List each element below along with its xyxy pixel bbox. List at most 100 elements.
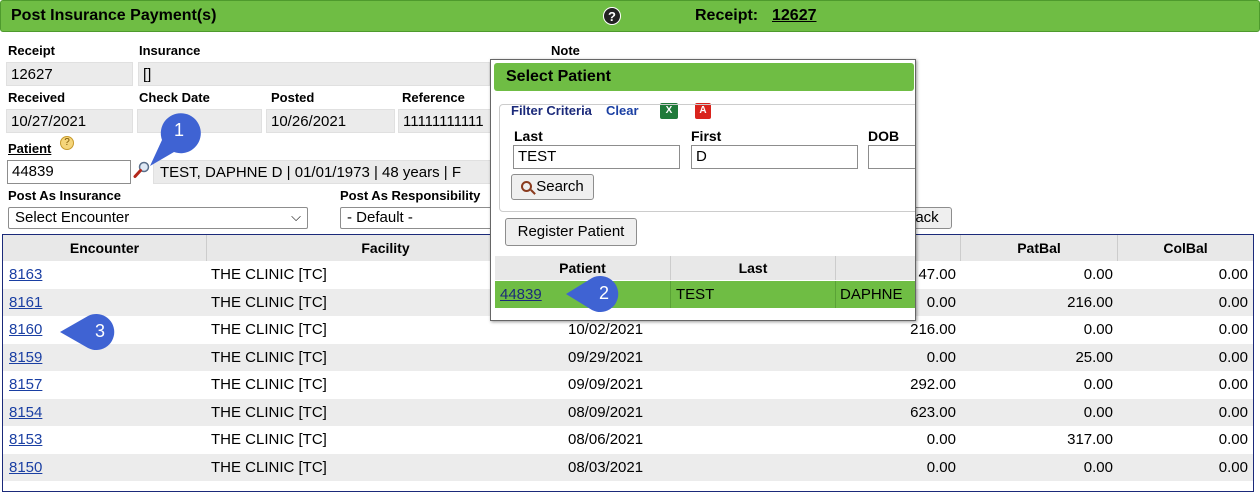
colbal-cell: 0.00 [1218, 266, 1248, 283]
receipt-number-link[interactable]: 12627 [772, 7, 817, 25]
column-divider [835, 256, 836, 280]
insurance-field: [] [138, 62, 490, 86]
post-as-responsibility-select[interactable]: - Default - [340, 207, 492, 229]
colbal-cell: 0.00 [1218, 376, 1248, 393]
patbal-cell: 0.00 [1083, 376, 1113, 393]
patbal-cell: 25.00 [1075, 348, 1113, 366]
amount-cell: 623.00 [910, 403, 956, 421]
callout-marker-3: 3 [60, 312, 126, 352]
encounter-link[interactable]: 8157 [9, 371, 42, 398]
result-row[interactable]: 44839 TEST DAPHNE [495, 281, 915, 308]
last-name-input[interactable]: TEST [513, 145, 680, 169]
facility-cell: THE CLINIC [TC] [211, 348, 327, 366]
reference-label: Reference [402, 90, 465, 105]
facility-cell: THE CLINIC [TC] [211, 321, 327, 338]
chevron-down-icon: ⌵ [291, 209, 301, 224]
post-as-responsibility-label: Post As Responsibility [340, 188, 481, 203]
date-cell: 09/09/2021 [568, 376, 644, 393]
dob-input[interactable] [868, 145, 915, 169]
encounter-link[interactable]: 8150 [9, 454, 42, 481]
facility-cell: THE CLINIC [TC] [211, 293, 327, 311]
posted-label: Posted [271, 90, 315, 105]
column-divider [670, 281, 671, 308]
facility-cell: THE CLINIC [TC] [211, 266, 327, 283]
patbal-cell: 0.00 [1083, 321, 1113, 338]
table-row: 8159 THE CLINIC [TC] 09/29/2021 0.00 25.… [3, 343, 1253, 371]
post-as-responsibility-value: - Default - [347, 209, 413, 226]
post-as-insurance-label: Post As Insurance [8, 188, 121, 203]
table-row: 8157 THE CLINIC [TC] 09/09/2021 292.00 0… [3, 371, 1253, 399]
first-name-input[interactable]: D [691, 145, 858, 169]
amount-cell: 292.00 [910, 376, 956, 393]
amount-cell: 0.00 [926, 348, 956, 366]
select-patient-dialog: Select Patient Filter Criteria Clear X A… [490, 59, 916, 321]
date-cell: 08/09/2021 [568, 403, 644, 421]
search-icon [521, 181, 533, 192]
patient-label: Patient [8, 141, 52, 156]
column-divider [670, 256, 671, 280]
last-name-label: Last [514, 128, 543, 144]
receipt-field: 12627 [6, 62, 133, 86]
search-button-label: Search [536, 178, 584, 195]
column-header-patbal[interactable]: PatBal [961, 235, 1118, 261]
patbal-cell: 216.00 [1067, 293, 1113, 311]
patient-help-icon[interactable]: ? [60, 136, 74, 150]
post-as-insurance-select[interactable]: Select Encounter ⌵ [8, 207, 308, 229]
encounter-link[interactable]: 8161 [9, 289, 42, 316]
page-title: Post Insurance Payment(s) [11, 7, 217, 24]
result-first-cell: DAPHNE [840, 286, 903, 303]
insurance-label: Insurance [139, 43, 201, 58]
amount-cell: 0.00 [926, 431, 956, 448]
callout-marker-2: 2 [566, 274, 630, 314]
patbal-cell: 0.00 [1083, 403, 1113, 421]
encounter-link[interactable]: 8160 [9, 316, 42, 343]
posted-field: 10/26/2021 [266, 109, 395, 133]
amount-cell: 0.00 [926, 458, 956, 476]
check-date-label: Check Date [139, 90, 210, 105]
reference-field: 11111111111 [398, 109, 492, 133]
date-cell: 08/03/2021 [568, 458, 644, 476]
receipt-label: Receipt [8, 43, 55, 58]
column-divider [835, 281, 836, 308]
patbal-cell: 317.00 [1067, 431, 1113, 448]
callout-number: 2 [598, 283, 609, 303]
page-header: Post Insurance Payment(s) ? Receipt: 126… [0, 0, 1260, 32]
column-header-encounter[interactable]: Encounter [3, 235, 207, 261]
patient-id-input[interactable]: 44839 [7, 160, 131, 184]
colbal-cell: 0.00 [1218, 403, 1248, 421]
post-as-insurance-value: Select Encounter [15, 209, 130, 226]
callout-marker-1: 1 [148, 112, 208, 168]
amount-cell: 216.00 [910, 321, 956, 338]
colbal-cell: 0.00 [1218, 348, 1248, 366]
first-name-label: First [691, 128, 722, 144]
note-label: Note [551, 43, 580, 58]
date-cell: 08/06/2021 [568, 431, 644, 448]
colbal-cell: 0.00 [1218, 431, 1248, 448]
encounter-link[interactable]: 8163 [9, 261, 42, 288]
encounter-link[interactable]: 8159 [9, 344, 42, 371]
help-icon[interactable]: ? [603, 7, 621, 25]
received-label: Received [8, 90, 66, 105]
register-patient-button[interactable]: Register Patient [505, 218, 637, 246]
table-row: 8150 THE CLINIC [TC] 08/03/2021 0.00 0.0… [3, 453, 1253, 481]
amount-cell: 47.00 [918, 266, 956, 283]
dialog-title: Select Patient [506, 68, 611, 85]
callout-number: 1 [173, 120, 184, 140]
facility-cell: THE CLINIC [TC] [211, 376, 327, 393]
facility-cell: THE CLINIC [TC] [211, 403, 327, 421]
dob-label: DOB [868, 128, 900, 144]
colbal-cell: 0.00 [1218, 321, 1248, 338]
result-patient-link[interactable]: 44839 [500, 286, 542, 303]
encounter-link[interactable]: 8154 [9, 399, 42, 426]
column-header-colbal[interactable]: ColBal [1118, 235, 1253, 261]
result-column-last[interactable]: Last [671, 260, 835, 276]
encounter-link[interactable]: 8153 [9, 426, 42, 453]
callout-number: 3 [94, 321, 105, 341]
colbal-cell: 0.00 [1218, 293, 1248, 311]
amount-cell: 0.00 [926, 293, 956, 311]
table-row: 8154 THE CLINIC [TC] 08/09/2021 623.00 0… [3, 398, 1253, 426]
result-last-cell: TEST [676, 286, 715, 303]
search-button[interactable]: Search [511, 174, 594, 200]
patbal-cell: 0.00 [1083, 266, 1113, 283]
received-field: 10/27/2021 [6, 109, 133, 133]
